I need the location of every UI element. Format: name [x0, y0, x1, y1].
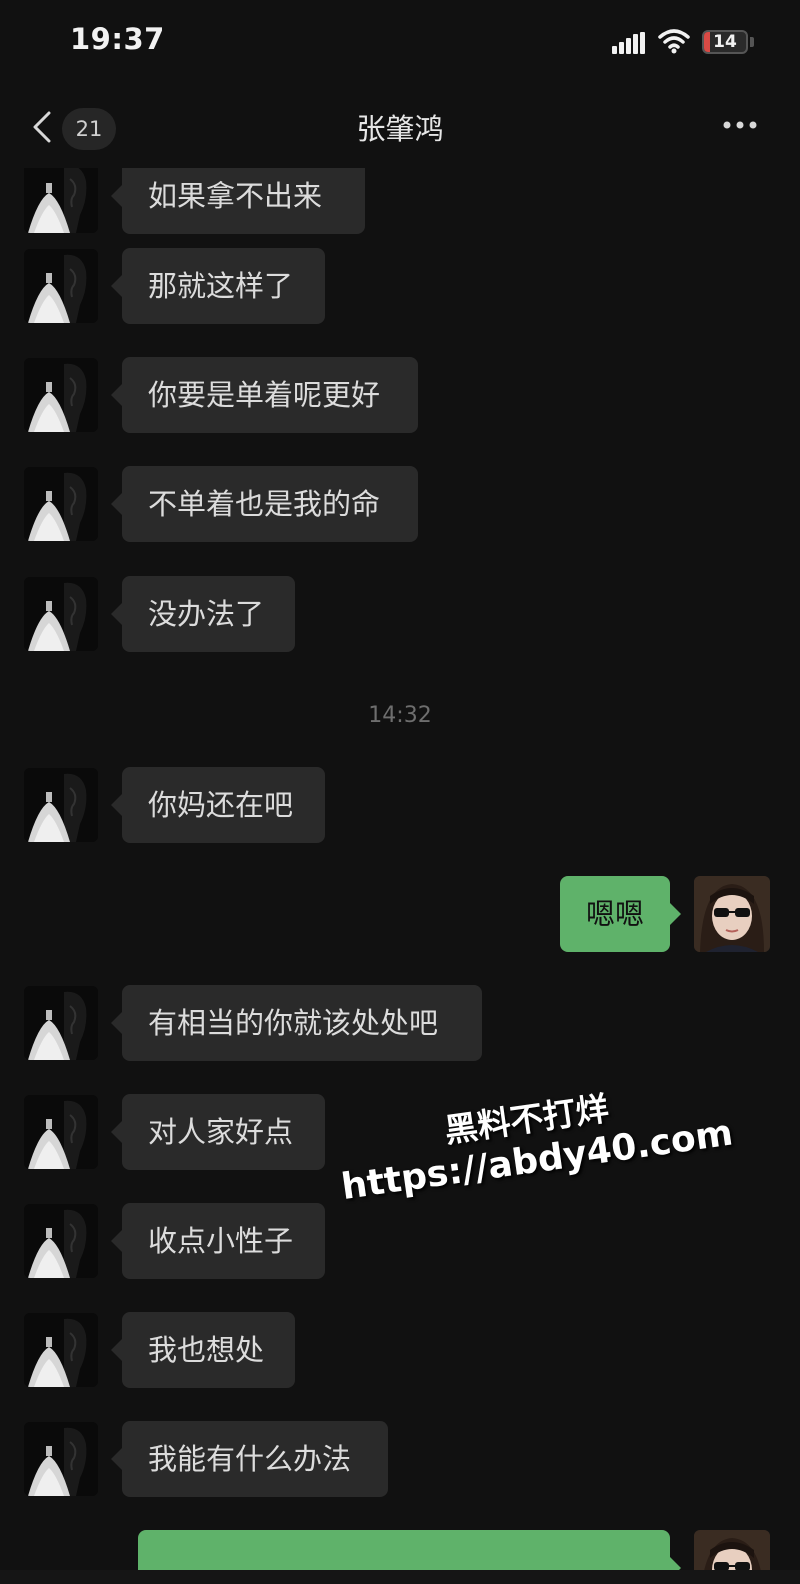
message-row: 如果拿不出来 — [0, 168, 800, 238]
message-row: 有相当的你就该处处吧 — [0, 985, 800, 1065]
message-row: 不单着也是我的命 — [0, 466, 800, 546]
contact-avatar[interactable] — [24, 1095, 98, 1169]
more-horizontal-icon[interactable] — [722, 120, 758, 130]
contact-avatar[interactable] — [24, 249, 98, 323]
contact-avatar[interactable] — [24, 768, 98, 842]
my-avatar[interactable] — [694, 876, 770, 952]
contact-avatar[interactable] — [24, 1204, 98, 1278]
message-row: 我能有什么办法 — [0, 1421, 800, 1501]
incoming-message-bubble[interactable]: 我也想处 — [111, 1312, 295, 1388]
message-row: 对人家好点 — [0, 1094, 800, 1174]
contact-avatar[interactable] — [24, 1422, 98, 1496]
incoming-message-bubble[interactable]: 如果拿不出来 — [111, 168, 365, 234]
input-bar-edge — [0, 1570, 800, 1584]
battery-tip — [750, 37, 754, 47]
incoming-message-bubble[interactable]: 你妈还在吧 — [111, 767, 325, 843]
incoming-message-bubble[interactable]: 那就这样了 — [111, 248, 325, 324]
message-row: 那就这样了 — [0, 248, 800, 328]
contact-avatar[interactable] — [24, 358, 98, 432]
message-row: 收点小性子 — [0, 1203, 800, 1283]
battery-percentage: 14 — [713, 32, 737, 52]
message-timestamp: 14:32 — [368, 703, 432, 728]
contact-avatar[interactable] — [24, 1313, 98, 1387]
chat-title: 张肇鸿 — [356, 112, 444, 146]
cellular-signal-icon — [612, 32, 645, 54]
battery-indicator: 14 — [702, 30, 748, 54]
message-row: 嗯嗯 — [0, 876, 800, 956]
message-row: 我也想处 — [0, 1312, 800, 1392]
incoming-message-bubble[interactable]: 有相当的你就该处处吧 — [111, 985, 482, 1061]
status-time: 19:37 — [70, 22, 165, 56]
incoming-message-bubble[interactable]: 对人家好点 — [111, 1094, 325, 1170]
message-row: 你妈还在吧 — [0, 767, 800, 847]
wifi-icon — [658, 29, 690, 54]
contact-avatar[interactable] — [24, 986, 98, 1060]
outgoing-message-bubble[interactable]: 嗯嗯 — [560, 876, 681, 952]
incoming-message-bubble[interactable]: 不单着也是我的命 — [111, 466, 418, 542]
message-row: 没办法了 — [0, 576, 800, 656]
chat-header: 21 张肇鸿 — [0, 86, 800, 168]
incoming-message-bubble[interactable]: 我能有什么办法 — [111, 1421, 388, 1497]
incoming-message-bubble[interactable]: 收点小性子 — [111, 1203, 325, 1279]
contact-avatar[interactable] — [24, 577, 98, 651]
message-row: 你要是单着呢更好 — [0, 357, 800, 437]
incoming-message-bubble[interactable]: 你要是单着呢更好 — [111, 357, 418, 433]
contact-avatar[interactable] — [24, 467, 98, 541]
incoming-message-bubble[interactable]: 没办法了 — [111, 576, 295, 652]
message-list[interactable]: 如果拿不出来 那就这样了 你要是单着呢更好 不单着也是我的命 没办法了 14:32… — [0, 168, 800, 1584]
status-bar: 19:37 14 — [0, 0, 800, 86]
contact-avatar[interactable] — [24, 168, 98, 233]
